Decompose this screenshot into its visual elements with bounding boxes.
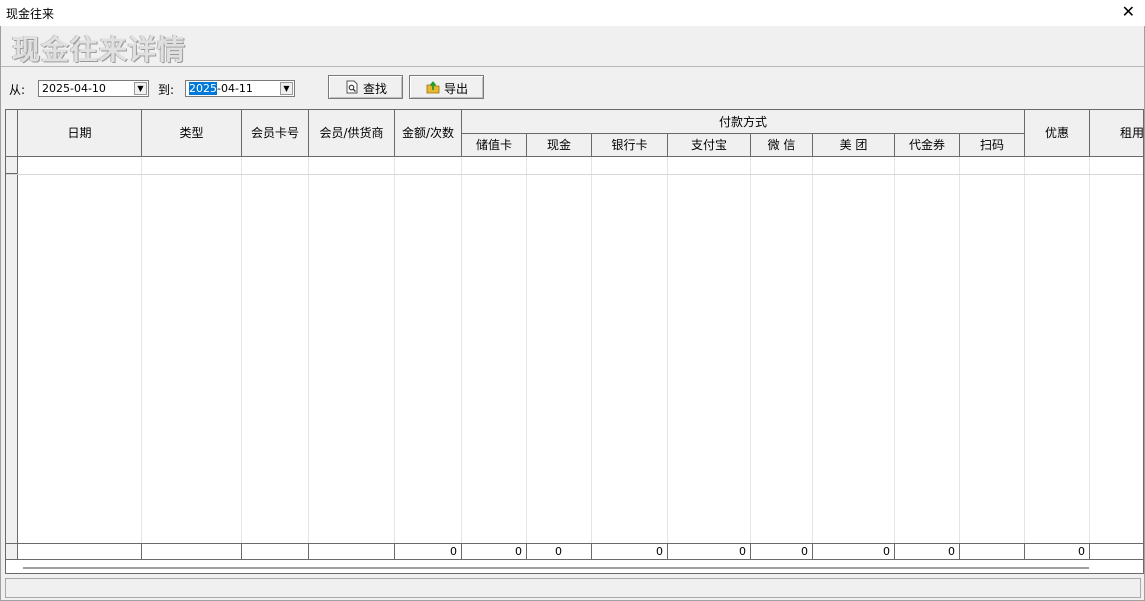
- header-voucher[interactable]: 代金券: [895, 134, 960, 157]
- footer-scan: [960, 543, 1025, 560]
- to-date-selected-part: 2025: [189, 82, 217, 95]
- scrollbar-thumb[interactable]: [23, 567, 1089, 569]
- footer-indicator: [6, 543, 18, 560]
- row-indicator-column: [6, 157, 18, 543]
- header-alipay[interactable]: 支付宝: [668, 134, 751, 157]
- rent-column-body: [1090, 157, 1143, 543]
- title-bar: 现金往来 ✕: [0, 0, 1145, 26]
- cash-column-body: [527, 157, 592, 543]
- window-title: 现金往来: [6, 7, 55, 21]
- from-date-value: 2025-04-10: [42, 82, 106, 95]
- voucher-column-body: [895, 157, 960, 543]
- dropdown-arrow-icon[interactable]: ▼: [134, 82, 147, 95]
- table-row[interactable]: [6, 174, 1143, 175]
- footer-amount-total: 0: [395, 543, 462, 560]
- header-discount[interactable]: 优惠: [1025, 110, 1090, 157]
- footer-stored-total: 0: [462, 543, 527, 560]
- card-column-body: [242, 157, 309, 543]
- header-meituan[interactable]: 美 团: [813, 134, 895, 157]
- export-button[interactable]: 导出: [409, 75, 484, 99]
- header-date[interactable]: 日期: [18, 110, 142, 157]
- search-button[interactable]: 查找: [328, 75, 403, 99]
- footer-cash-total: 0: [527, 543, 592, 560]
- footer-type: [142, 543, 242, 560]
- status-bar: [5, 578, 1141, 598]
- amount-column-body: [395, 157, 462, 543]
- close-icon[interactable]: ✕: [1122, 3, 1135, 21]
- header-payment-group: 付款方式: [462, 110, 1025, 134]
- from-label: 从:: [9, 83, 26, 97]
- footer-voucher-total: 0: [895, 543, 960, 560]
- to-date-picker[interactable]: 2025-04-11 ▼: [185, 80, 295, 97]
- header-cash[interactable]: 现金: [527, 134, 592, 157]
- header-card[interactable]: 会员卡号: [242, 110, 309, 157]
- header-stored[interactable]: 储值卡: [462, 134, 527, 157]
- row-header-cell[interactable]: [6, 157, 18, 174]
- alipay-column-body: [668, 157, 751, 543]
- footer-date: [18, 543, 142, 560]
- header-scan[interactable]: 扫码: [960, 134, 1025, 157]
- export-folder-icon: [426, 81, 440, 94]
- search-button-label: 查找: [363, 82, 388, 96]
- stored-column-body: [462, 157, 527, 543]
- corner-header-cell: [6, 110, 18, 157]
- banner-title: 现金往来详情: [12, 33, 187, 66]
- to-label: 到:: [158, 83, 175, 97]
- discount-column-body: [1025, 157, 1090, 543]
- scan-column-body: [960, 157, 1025, 543]
- footer-bank-total: 0: [592, 543, 668, 560]
- to-date-value: 2025-04-11: [189, 82, 253, 95]
- header-rent[interactable]: 租用: [1090, 110, 1143, 157]
- header-bank[interactable]: 银行卡: [592, 134, 668, 157]
- footer-card: [242, 543, 309, 560]
- dropdown-arrow-icon[interactable]: ▼: [280, 82, 293, 95]
- header-member[interactable]: 会员/供货商: [309, 110, 395, 157]
- meituan-column-body: [813, 157, 895, 543]
- cash-flow-table[interactable]: 日期 类型 会员卡号 会员/供货商 金额/次数 付款方式 储值卡 现金 银行卡 …: [5, 109, 1144, 574]
- banner: 现金往来详情: [1, 26, 1144, 67]
- to-date-rest: -04-11: [217, 82, 253, 95]
- bank-column-body: [592, 157, 668, 543]
- window-body: 现金往来详情 从: 2025-04-10 ▼ 到: 2025-04-11 ▼ 查…: [0, 26, 1145, 601]
- footer-wechat-total: 0: [751, 543, 813, 560]
- footer-rent: [1090, 543, 1143, 560]
- header-type[interactable]: 类型: [142, 110, 242, 157]
- header-amount[interactable]: 金额/次数: [395, 110, 462, 157]
- footer-member: [309, 543, 395, 560]
- footer-alipay-total: 0: [668, 543, 751, 560]
- from-date-picker[interactable]: 2025-04-10 ▼: [38, 80, 149, 97]
- export-button-label: 导出: [444, 82, 469, 96]
- footer-meituan-total: 0: [813, 543, 895, 560]
- horizontal-scrollbar[interactable]: [7, 562, 1142, 573]
- footer-discount-total: 0: [1025, 543, 1090, 560]
- wechat-column-body: [751, 157, 813, 543]
- header-wechat[interactable]: 微 信: [751, 134, 813, 157]
- type-column-body: [142, 157, 242, 543]
- member-column-body: [309, 157, 395, 543]
- date-column-body: [18, 157, 142, 543]
- search-document-icon: [346, 80, 358, 94]
